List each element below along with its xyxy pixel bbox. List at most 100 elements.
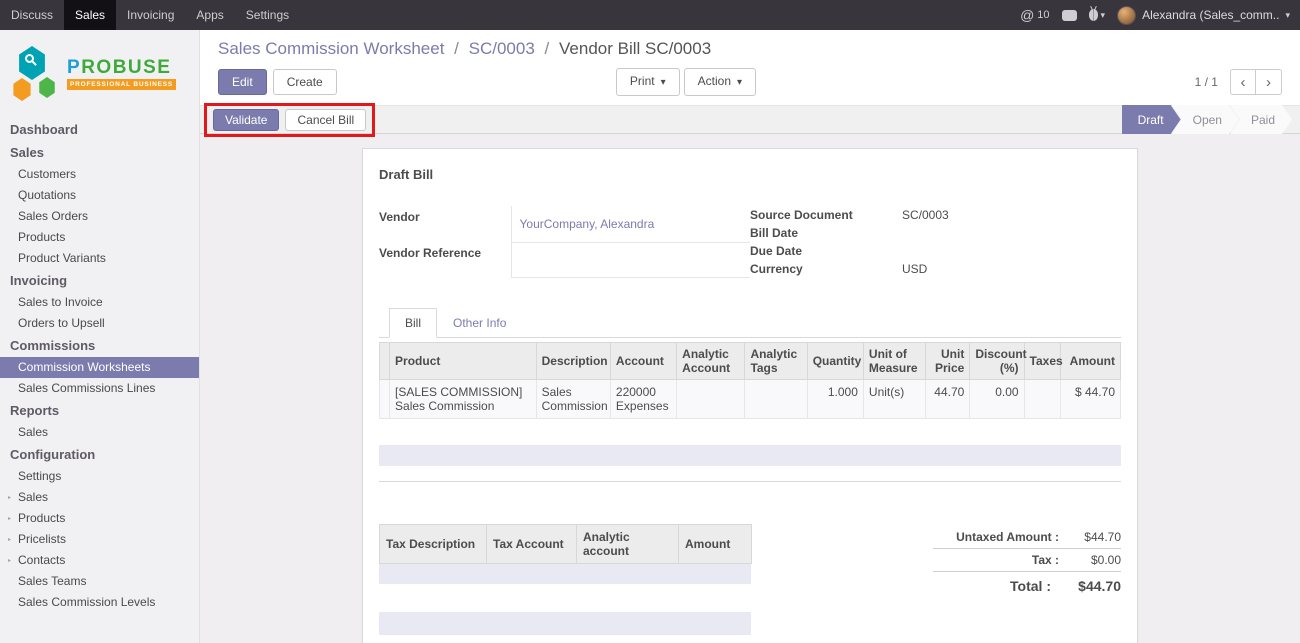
breadcrumb-separator: / [454,39,459,58]
control-panel: Sales Commission Worksheet / SC/0003 / V… [200,30,1300,105]
print-menu-button[interactable]: Print [616,68,680,96]
currency-field: USD [894,260,1121,278]
vendor-reference-field[interactable] [511,242,750,277]
cell-discount: 0.00 [970,380,1024,419]
col-taxes: Taxes [1024,343,1060,380]
cell-description: Sales Commission [536,380,610,419]
untaxed-amount-label: Untaxed Amount : [956,530,1059,544]
sidebar-item-sales-to-invoice[interactable]: Sales to Invoice [0,292,199,313]
total-row: Total : $44.70 [933,572,1121,598]
top-navbar: Discuss Sales Invoicing Apps Settings @ … [0,0,1300,30]
menu-header-invoicing[interactable]: Invoicing [0,269,199,292]
validate-button[interactable]: Validate [213,109,279,131]
expand-caret-icon: ‣ [7,491,12,504]
nav-invoicing[interactable]: Invoicing [116,0,185,30]
menu-header-configuration[interactable]: Configuration [0,443,199,466]
expand-caret-icon: ‣ [7,533,12,546]
avatar [1117,6,1136,25]
debug-menu[interactable]: ▾ [1089,9,1106,21]
sidebar-item-product-variants[interactable]: Product Variants [0,248,199,269]
vendor-reference-label: Vendor Reference [379,242,511,277]
caret-down-icon: ▾ [1101,10,1106,21]
status-draft[interactable]: Draft [1122,105,1181,134]
mention-counter[interactable]: @ 10 [1020,7,1049,23]
sidebar: PROBUSE PROFESSIONAL BUSINESS Dashboard … [0,30,200,643]
company-logo[interactable]: PROBUSE PROFESSIONAL BUSINESS [0,30,199,114]
magnifier-icon [25,54,34,63]
sidebar-item-quotations[interactable]: Quotations [0,185,199,206]
vendor-row: Vendor YourCompany, Alexandra [379,206,750,242]
create-button[interactable]: Create [273,69,337,95]
cell-amount: $ 44.70 [1060,380,1120,419]
status-open[interactable]: Open [1172,105,1239,134]
col-handle [380,343,390,380]
pager-next-button[interactable]: › [1256,69,1282,95]
sidebar-item-sales-teams[interactable]: Sales Teams [0,571,199,592]
probuse-hexagons-icon [12,46,58,102]
sidebar-item-sales-commission-levels[interactable]: Sales Commission Levels [0,592,199,613]
tax-lines-table: Tax Description Tax Account Analytic acc… [379,524,752,564]
sidebar-item-products[interactable]: Products [0,227,199,248]
pager-count: 1 / 1 [1195,75,1218,89]
nav-settings[interactable]: Settings [235,0,300,30]
cell-unit-price: 44.70 [926,380,970,419]
user-menu[interactable]: Alexandra (Sales_comm.. ▾ [1117,6,1290,25]
menu-header-commissions[interactable]: Commissions [0,334,199,357]
due-date-field [894,242,1121,260]
chat-icon[interactable] [1062,10,1077,21]
sidebar-item-orders-to-upsell[interactable]: Orders to Upsell [0,313,199,334]
user-name: Alexandra (Sales_comm.. [1142,8,1279,22]
nav-apps[interactable]: Apps [185,0,234,30]
menu-header-dashboard[interactable]: Dashboard [0,118,199,141]
col-tax-description: Tax Description [380,525,487,564]
breadcrumb-worksheet-link[interactable]: Sales Commission Worksheet [218,39,444,58]
sidebar-item-reports-sales[interactable]: Sales [0,422,199,443]
tax-section: Tax Description Tax Account Analytic acc… [379,524,1121,598]
col-amount: Amount [1060,343,1120,380]
sidebar-item-pricelists[interactable]: ‣Pricelists [0,529,199,550]
statusbar: Validate Cancel Bill Draft Open Paid [200,105,1300,134]
sidebar-item-commission-worksheets[interactable]: Commission Worksheets [0,357,199,378]
tab-bill[interactable]: Bill [389,308,437,338]
currency-label: Currency [750,260,894,278]
secondary-menu: Dashboard Sales Customers Quotations Sal… [0,114,199,613]
nav-sales[interactable]: Sales [64,0,116,30]
tax-header-row: Tax Description Tax Account Analytic acc… [380,525,752,564]
invoice-line-row[interactable]: [SALES COMMISSION] Sales Commission Sale… [380,380,1121,419]
tax-amount-value: $0.00 [1059,553,1121,567]
nav-discuss[interactable]: Discuss [0,0,64,30]
action-menu-button[interactable]: Action [684,68,756,96]
source-document-label: Source Document [750,206,894,224]
col-analytic-account: Analytic Account [677,343,745,380]
sidebar-item-sales-orders[interactable]: Sales Orders [0,206,199,227]
empty-tax-line-stripe [379,564,751,584]
breadcrumb-record-link[interactable]: SC/0003 [469,39,535,58]
tab-other-info[interactable]: Other Info [437,308,522,338]
col-tax-account: Tax Account [487,525,577,564]
form-view-area: Draft Bill Vendor YourCompany, Alexandra… [200,134,1300,643]
col-tax-amount: Amount [679,525,752,564]
invoice-lines-table: Product Description Account Analytic Acc… [379,342,1121,419]
bill-date-row: Bill Date [750,224,1121,242]
edit-button[interactable]: Edit [218,69,267,95]
cancel-bill-button[interactable]: Cancel Bill [285,109,366,131]
sidebar-item-contacts[interactable]: ‣Contacts [0,550,199,571]
vendor-field[interactable]: YourCompany, Alexandra [511,206,750,242]
vendor-reference-row: Vendor Reference [379,242,750,277]
status-paid[interactable]: Paid [1230,105,1292,134]
sidebar-item-config-sales[interactable]: ‣Sales [0,487,199,508]
col-analytic-tags: Analytic Tags [745,343,807,380]
cell-analytic-tags [745,380,807,419]
pager-previous-button[interactable]: ‹ [1230,69,1256,95]
sidebar-item-settings[interactable]: Settings [0,466,199,487]
sidebar-item-sales-commissions-lines[interactable]: Sales Commissions Lines [0,378,199,399]
menu-header-reports[interactable]: Reports [0,399,199,422]
breadcrumb-separator: / [545,39,550,58]
separator-line [379,481,1121,482]
menu-header-sales[interactable]: Sales [0,141,199,164]
col-account: Account [610,343,676,380]
cell-quantity: 1.000 [807,380,863,419]
sidebar-item-customers[interactable]: Customers [0,164,199,185]
sidebar-item-config-products[interactable]: ‣Products [0,508,199,529]
status-pipeline: Draft Open Paid [1122,105,1292,134]
